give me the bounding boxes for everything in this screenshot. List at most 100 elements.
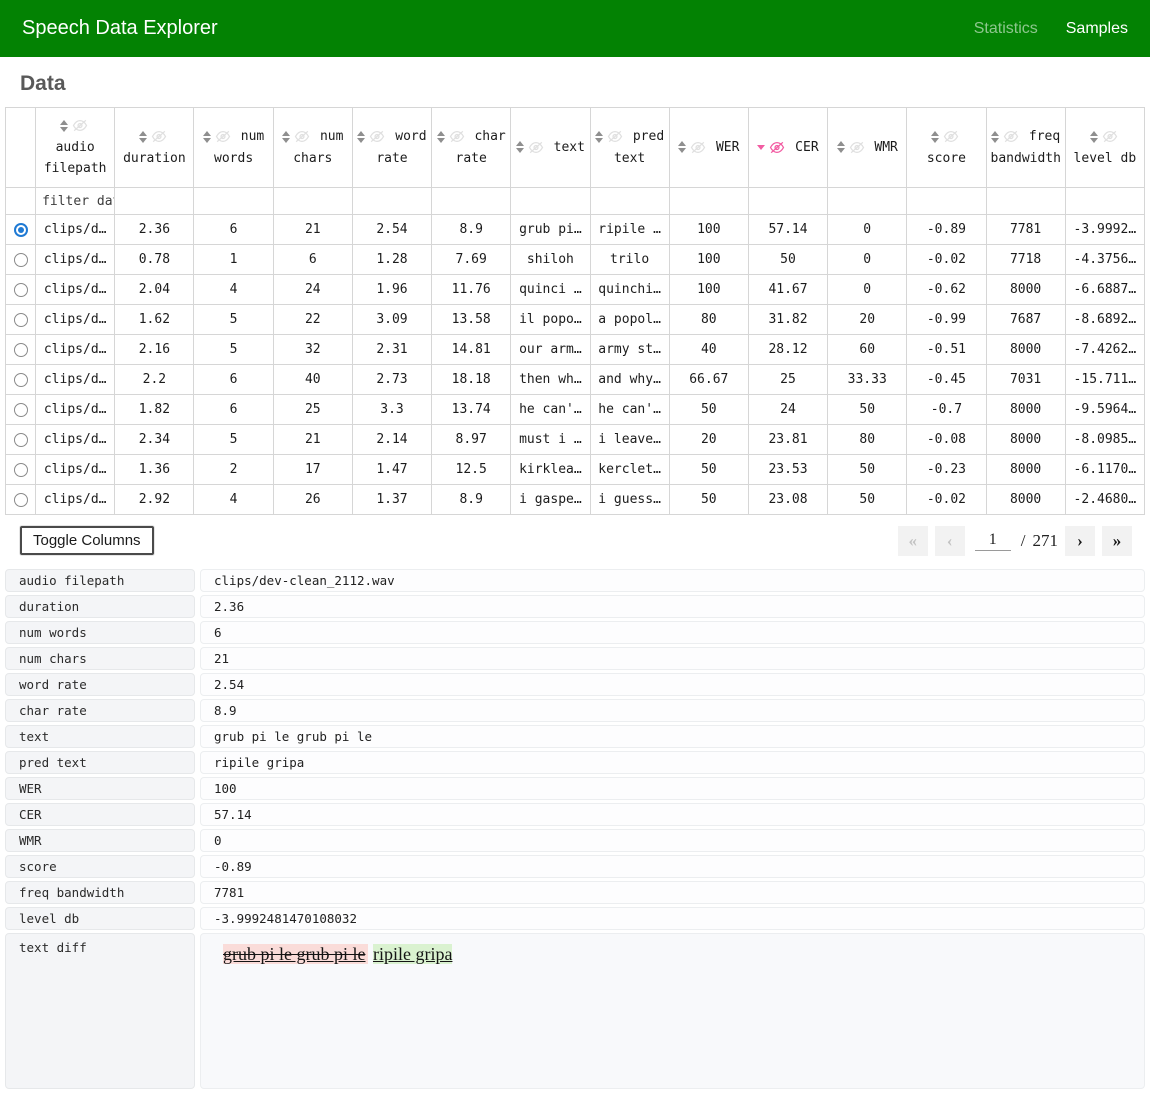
eye-slash-icon[interactable]: [690, 141, 706, 154]
cell-num-chars[interactable]: 21: [273, 425, 352, 455]
cell-wmr[interactable]: 80: [828, 425, 907, 455]
row-select-radio[interactable]: [14, 223, 28, 237]
eye-slash-icon[interactable]: [769, 141, 785, 154]
cell-level-db[interactable]: -15.711…: [1065, 365, 1144, 395]
sort-up-down-arrows-icon[interactable]: [837, 141, 845, 153]
sort-desc-arrow-icon[interactable]: [757, 145, 765, 150]
row-select-cell[interactable]: [6, 245, 36, 275]
cell-wer[interactable]: 50: [669, 485, 748, 515]
cell-score[interactable]: -0.45: [907, 365, 986, 395]
cell-pred-text[interactable]: trilo: [590, 245, 669, 275]
sort-up-down-arrows-icon[interactable]: [437, 131, 445, 143]
row-select-cell[interactable]: [6, 395, 36, 425]
cell-freq-bandwidth[interactable]: 7031: [986, 365, 1065, 395]
sort-up-down-arrows-icon[interactable]: [139, 131, 147, 143]
cell-score[interactable]: -0.89: [907, 215, 986, 245]
eye-slash-icon[interactable]: [528, 141, 544, 154]
first-page-button[interactable]: «: [898, 526, 928, 556]
cell-score[interactable]: -0.62: [907, 275, 986, 305]
cell-text[interactable]: i gaspe…: [511, 485, 590, 515]
filter-cell-audio-filepath[interactable]: filter data: [36, 188, 115, 215]
cell-score[interactable]: -0.7: [907, 395, 986, 425]
filter-cell-char-rate[interactable]: [432, 188, 511, 215]
cell-num-chars[interactable]: 6: [273, 245, 352, 275]
cell-score[interactable]: -0.23: [907, 455, 986, 485]
cell-freq-bandwidth[interactable]: 8000: [986, 425, 1065, 455]
cell-num-words[interactable]: 6: [194, 215, 273, 245]
cell-char-rate[interactable]: 18.18: [432, 365, 511, 395]
cell-char-rate[interactable]: 12.5: [432, 455, 511, 485]
cell-freq-bandwidth[interactable]: 7781: [986, 215, 1065, 245]
cell-text[interactable]: kirklea…: [511, 455, 590, 485]
last-page-button[interactable]: »: [1102, 526, 1132, 556]
cell-score[interactable]: -0.51: [907, 335, 986, 365]
cell-word-rate[interactable]: 1.28: [352, 245, 431, 275]
cell-level-db[interactable]: -4.3756…: [1065, 245, 1144, 275]
cell-text[interactable]: grub pi…: [511, 215, 590, 245]
column-header-num-words[interactable]: num words: [194, 108, 273, 188]
cell-level-db[interactable]: -7.4262…: [1065, 335, 1144, 365]
cell-score[interactable]: -0.08: [907, 425, 986, 455]
row-select-radio[interactable]: [14, 433, 28, 447]
cell-text[interactable]: il popo…: [511, 305, 590, 335]
cell-pred-text[interactable]: a popol…: [590, 305, 669, 335]
cell-level-db[interactable]: -6.1170…: [1065, 455, 1144, 485]
cell-num-chars[interactable]: 40: [273, 365, 352, 395]
cell-wmr[interactable]: 0: [828, 215, 907, 245]
eye-slash-icon[interactable]: [849, 141, 865, 154]
cell-wer[interactable]: 100: [669, 215, 748, 245]
row-select-cell[interactable]: [6, 425, 36, 455]
row-select-radio[interactable]: [14, 373, 28, 387]
cell-char-rate[interactable]: 8.9: [432, 485, 511, 515]
row-select-radio[interactable]: [14, 313, 28, 327]
cell-cer[interactable]: 24: [748, 395, 827, 425]
cell-num-words[interactable]: 1: [194, 245, 273, 275]
cell-wer[interactable]: 20: [669, 425, 748, 455]
cell-char-rate[interactable]: 13.58: [432, 305, 511, 335]
filter-cell-wer[interactable]: [669, 188, 748, 215]
cell-freq-bandwidth[interactable]: 7687: [986, 305, 1065, 335]
filter-cell-pred-text[interactable]: [590, 188, 669, 215]
eye-slash-icon[interactable]: [369, 130, 385, 143]
eye-slash-icon[interactable]: [294, 130, 310, 143]
cell-cer[interactable]: 23.53: [748, 455, 827, 485]
cell-score[interactable]: -0.02: [907, 245, 986, 275]
cell-text[interactable]: must i …: [511, 425, 590, 455]
cell-wer[interactable]: 66.67: [669, 365, 748, 395]
cell-duration[interactable]: 2.16: [115, 335, 194, 365]
filter-cell-num-words[interactable]: [194, 188, 273, 215]
row-select-radio[interactable]: [14, 253, 28, 267]
sort-up-down-arrows-icon[interactable]: [282, 131, 290, 143]
cell-text[interactable]: quinci …: [511, 275, 590, 305]
cell-text[interactable]: our arm…: [511, 335, 590, 365]
filter-cell-wmr[interactable]: [828, 188, 907, 215]
cell-level-db[interactable]: -8.0985…: [1065, 425, 1144, 455]
eye-slash-icon[interactable]: [607, 130, 623, 143]
column-header-pred-text[interactable]: pred text: [590, 108, 669, 188]
cell-text[interactable]: then wh…: [511, 365, 590, 395]
row-select-cell[interactable]: [6, 365, 36, 395]
cell-audio-filepath[interactable]: clips/d…: [36, 215, 115, 245]
cell-num-words[interactable]: 4: [194, 275, 273, 305]
row-select-radio[interactable]: [14, 343, 28, 357]
cell-cer[interactable]: 41.67: [748, 275, 827, 305]
cell-pred-text[interactable]: and why…: [590, 365, 669, 395]
previous-page-button[interactable]: ‹: [935, 526, 965, 556]
cell-word-rate[interactable]: 2.54: [352, 215, 431, 245]
cell-cer[interactable]: 57.14: [748, 215, 827, 245]
filter-cell-level-db[interactable]: [1065, 188, 1144, 215]
row-select-cell[interactable]: [6, 215, 36, 245]
cell-duration[interactable]: 0.78: [115, 245, 194, 275]
column-header-char-rate[interactable]: char rate: [432, 108, 511, 188]
cell-duration[interactable]: 2.2: [115, 365, 194, 395]
eye-slash-icon[interactable]: [72, 119, 88, 132]
cell-freq-bandwidth[interactable]: 8000: [986, 275, 1065, 305]
cell-freq-bandwidth[interactable]: 8000: [986, 335, 1065, 365]
cell-num-chars[interactable]: 21: [273, 215, 352, 245]
cell-pred-text[interactable]: quinchi…: [590, 275, 669, 305]
cell-level-db[interactable]: -6.6887…: [1065, 275, 1144, 305]
row-select-radio[interactable]: [14, 283, 28, 297]
next-page-button[interactable]: ›: [1065, 526, 1095, 556]
row-select-radio[interactable]: [14, 493, 28, 507]
cell-char-rate[interactable]: 14.81: [432, 335, 511, 365]
